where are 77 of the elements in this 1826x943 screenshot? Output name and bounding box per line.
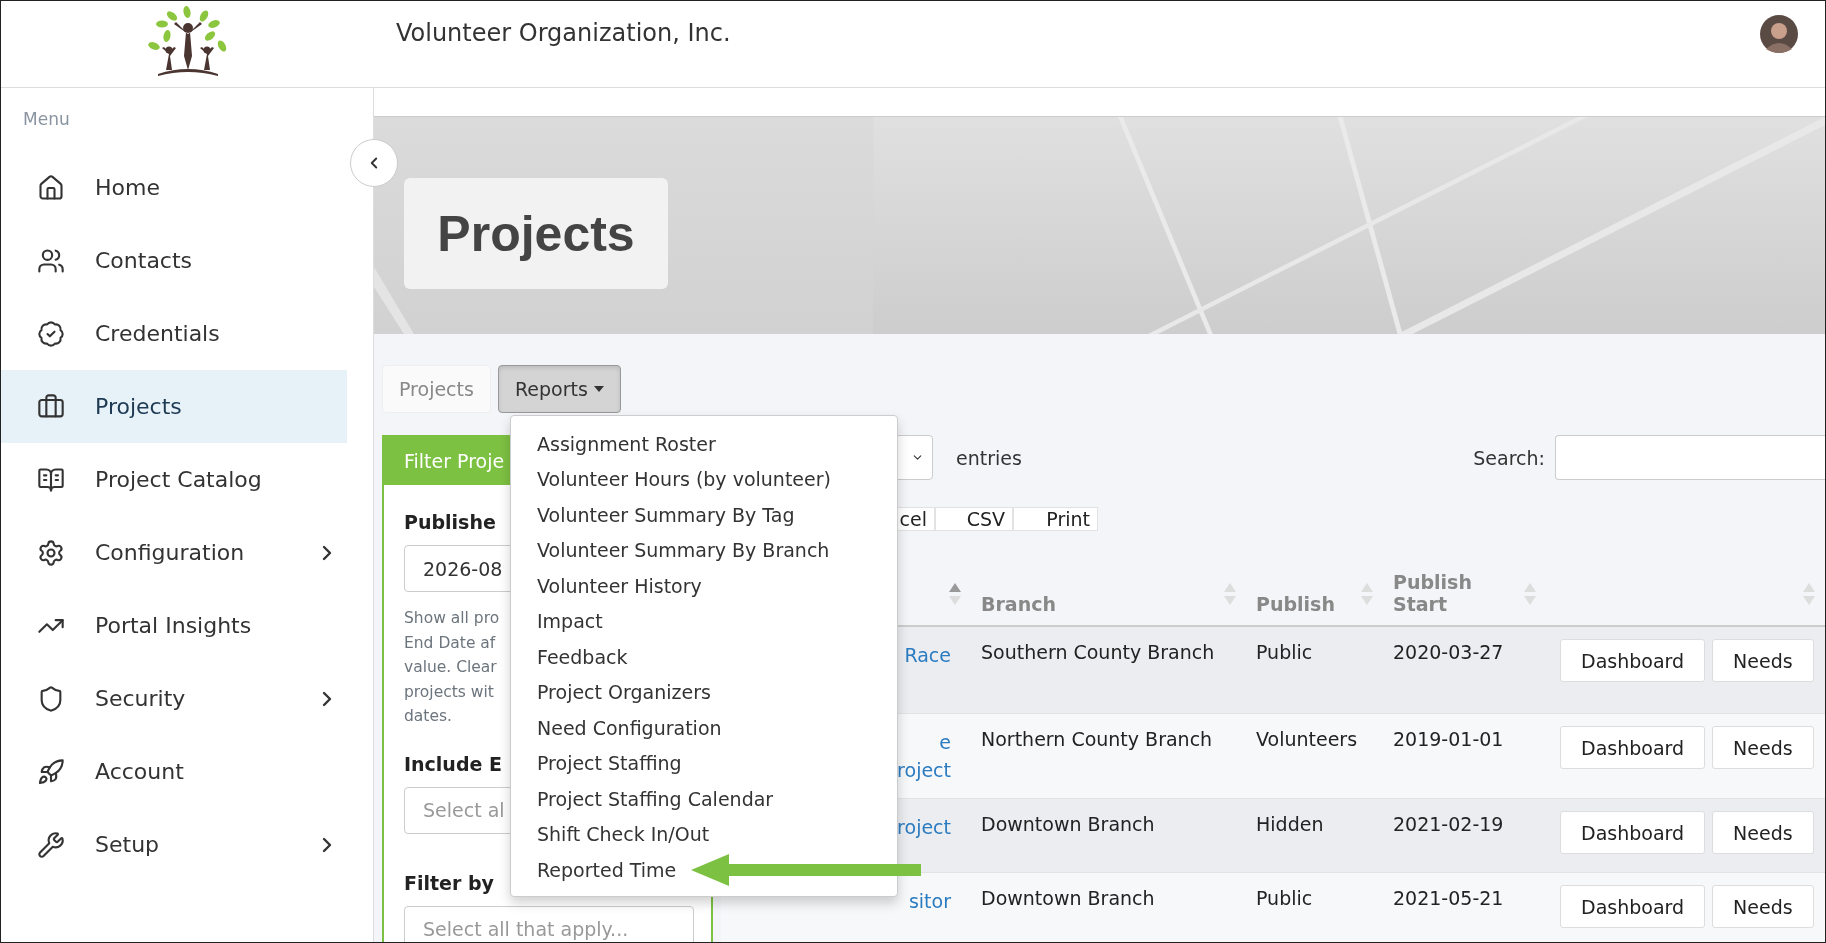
sidebar-item[interactable]: Security	[1, 662, 347, 735]
menu-item[interactable]: Volunteer Summary By Branch	[511, 539, 830, 562]
action-button[interactable]: Needs	[1712, 885, 1814, 928]
search-label: Search:	[1473, 446, 1545, 469]
project-link[interactable]: sitor	[908, 887, 951, 915]
menu-item[interactable]: Volunteer History	[511, 574, 702, 597]
table-cell-text: 2020-03-27	[1392, 640, 1505, 665]
menu-item[interactable]: Impact	[511, 610, 603, 633]
sort-icon[interactable]	[1224, 583, 1236, 605]
badge-check-icon	[37, 319, 65, 348]
help-text: value. Clear	[404, 657, 497, 678]
menu-item[interactable]: Reported Time	[511, 858, 677, 881]
project-link[interactable]: roject	[897, 813, 951, 841]
table-cell-text: 2021-05-21	[1392, 886, 1505, 911]
table-cell-text: Volunteers	[1255, 727, 1359, 752]
field-label: Publishe	[404, 511, 496, 533]
search-field[interactable]	[1555, 435, 1825, 480]
menu-item[interactable]: Need Configuration	[511, 716, 722, 739]
avatar-icon[interactable]	[1760, 15, 1798, 53]
sidebar-item[interactable]: Portal Insights	[1, 589, 347, 662]
rocket-icon	[37, 757, 65, 786]
action-button[interactable]: Needs	[1712, 639, 1814, 682]
help-text: End Date af	[404, 632, 496, 654]
help-text: projects wit	[404, 681, 494, 703]
project-link[interactable]: Race	[904, 641, 951, 669]
sidebar-item[interactable]: Home	[1, 151, 347, 224]
menu-item[interactable]: Volunteer Summary By Tag	[511, 503, 795, 526]
caret-icon	[593, 386, 604, 392]
action-button[interactable]: Needs	[1712, 811, 1814, 854]
menu-item[interactable]: Shift Check In/Out	[511, 823, 710, 846]
help-text: Show all pro	[404, 608, 500, 629]
field-label: Include E	[404, 752, 502, 775]
entries-label: entries	[956, 446, 1023, 469]
menu-item[interactable]: Feedback	[511, 645, 628, 668]
table-cell-text: 2019-01-01	[1392, 727, 1505, 752]
export-button[interactable]: Print	[1013, 507, 1098, 531]
table-cell-text: Public	[1255, 640, 1314, 665]
sort-icon[interactable]	[1524, 583, 1536, 605]
home-icon	[37, 173, 65, 202]
sidebar-item[interactable]: Account	[1, 735, 347, 808]
project-link[interactable]: roject	[897, 756, 951, 784]
book-icon	[37, 465, 65, 494]
table-cell-text: Northern County Branch	[980, 727, 1214, 752]
export-button[interactable]: CSV	[935, 507, 1013, 531]
table-cell-text: Downtown Branch	[980, 812, 1156, 837]
tab[interactable]: Reports	[497, 365, 621, 413]
table-cell-text: Downtown Branch	[980, 886, 1156, 911]
sort-icon[interactable]	[1361, 583, 1373, 605]
action-button[interactable]: Dashboard	[1560, 811, 1706, 854]
table-cell-text: Public	[1255, 886, 1314, 911]
project-link[interactable]: e	[939, 728, 951, 756]
sort-icon[interactable]	[949, 583, 961, 605]
menu-heading: Menu	[22, 109, 71, 131]
settings-icon	[37, 538, 65, 567]
sidebar-item[interactable]: Credentials	[1, 297, 347, 370]
menu-item[interactable]: Project Organizers	[511, 681, 711, 704]
action-button[interactable]: Needs	[1712, 726, 1814, 769]
action-button[interactable]: Dashboard	[1560, 639, 1706, 682]
sidebar-item[interactable]: Contacts	[1, 224, 347, 297]
sidebar-item[interactable]: Projects	[1, 370, 347, 443]
table-cell-text: Southern County Branch	[980, 640, 1216, 665]
page-title: Projects	[404, 178, 668, 289]
table-cell-text: Hidden	[1255, 812, 1325, 837]
people-icon	[37, 246, 65, 275]
sidebar-item[interactable]: Setup	[1, 808, 347, 881]
wrench-icon	[37, 830, 65, 859]
table-cell-text: 2021-02-19	[1392, 812, 1505, 837]
sidebar-item[interactable]: Configuration	[1, 516, 347, 589]
sidebar-item[interactable]: Project Catalog	[1, 443, 347, 516]
help-text: dates.	[404, 706, 452, 727]
sort-icon[interactable]	[1803, 583, 1815, 605]
organization-name: Volunteer Organization, Inc.	[395, 19, 732, 47]
field-label: Filter by	[404, 871, 494, 894]
action-button[interactable]: Dashboard	[1560, 885, 1706, 928]
action-button[interactable]: Dashboard	[1560, 726, 1706, 769]
menu-item[interactable]: Project Staffing	[511, 752, 682, 775]
menu-item[interactable]: Project Staffing Calendar	[511, 787, 774, 810]
